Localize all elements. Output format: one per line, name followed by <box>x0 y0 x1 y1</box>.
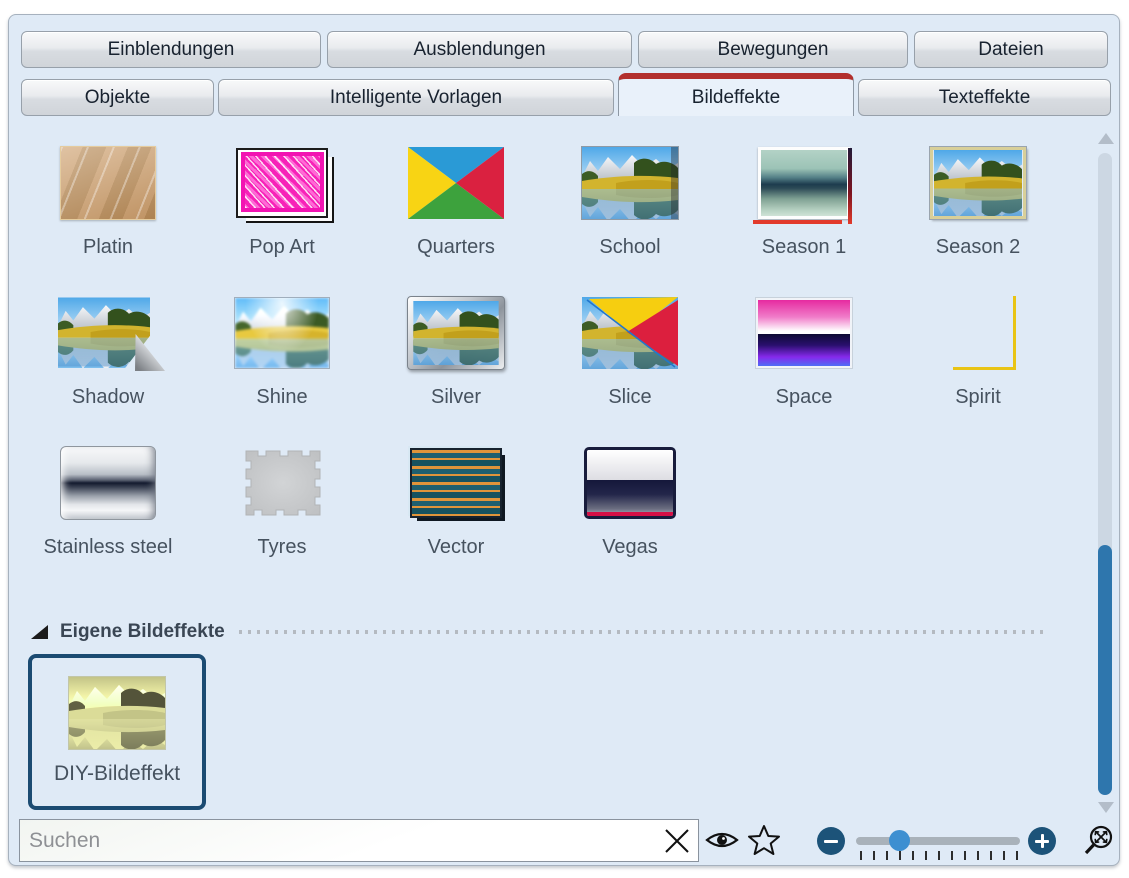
scroll-down-arrow[interactable] <box>1098 802 1114 813</box>
media-pool-panel: Einblendungen Ausblendungen Bewegungen D… <box>8 14 1120 866</box>
section-dotted-rule <box>239 630 1043 634</box>
effects-grid: Platin Pop Art Quarters <box>21 127 1065 577</box>
collapse-triangle-icon <box>31 625 48 639</box>
slider-tick <box>899 851 901 860</box>
effect-item-tyres[interactable]: Tyres <box>195 427 369 577</box>
effect-label: DIY-Bildeffekt <box>54 762 180 786</box>
effect-label: Slice <box>608 386 651 409</box>
effect-item-season-1[interactable]: Season 1 <box>717 127 891 277</box>
effect-thumbnail <box>581 146 679 220</box>
slider-tick <box>886 851 888 860</box>
slider-tick <box>925 851 927 860</box>
effect-label: Vegas <box>602 536 658 559</box>
effect-thumbnail <box>407 296 505 370</box>
effect-label: Spirit <box>955 386 1001 409</box>
slider-tick <box>1003 851 1005 860</box>
effect-label: Quarters <box>417 236 495 259</box>
effect-thumbnail <box>410 448 502 518</box>
effect-label: Pop Art <box>249 236 315 259</box>
effect-item-silver[interactable]: Silver <box>369 277 543 427</box>
slider-tick <box>873 851 875 860</box>
effect-label: Stainless steel <box>44 536 173 559</box>
effect-label: Shine <box>256 386 307 409</box>
tab-intelligente-vorlagen[interactable]: Intelligente Vorlagen <box>218 79 614 116</box>
slider-tick <box>1016 851 1018 860</box>
effect-label: Silver <box>431 386 481 409</box>
effect-thumbnail <box>930 147 1026 219</box>
own-effects-title: Eigene Bildeffekte <box>60 621 225 643</box>
effect-label: School <box>599 236 660 259</box>
zoom-in-button[interactable] <box>1028 827 1056 855</box>
effect-thumbnail <box>234 447 330 519</box>
slider-tick <box>951 851 953 860</box>
effect-item-space[interactable]: Space <box>717 277 891 427</box>
zoom-fit-icon[interactable] <box>1079 823 1119 861</box>
scrollbar-track[interactable] <box>1098 153 1112 795</box>
effect-item-season-2[interactable]: Season 2 <box>891 127 1065 277</box>
tab-row-top: Einblendungen Ausblendungen Bewegungen D… <box>21 31 1108 68</box>
effect-item-shine[interactable]: Shine <box>195 277 369 427</box>
vertical-scrollbar <box>1095 127 1115 813</box>
effect-label: Platin <box>83 236 133 259</box>
effect-label: Tyres <box>258 536 307 559</box>
slider-tick <box>938 851 940 860</box>
slider-tick <box>977 851 979 860</box>
tab-objekte[interactable]: Objekte <box>21 79 214 116</box>
effect-thumbnail <box>234 297 330 369</box>
zoom-slider-ticks <box>860 851 1018 860</box>
zoom-out-button[interactable] <box>817 827 845 855</box>
effect-item-shadow[interactable]: Shadow <box>21 277 195 427</box>
effect-thumbnail <box>930 296 1026 370</box>
effect-thumbnail <box>58 296 158 370</box>
effect-label: Vector <box>428 536 485 559</box>
tab-dateien[interactable]: Dateien <box>914 31 1108 68</box>
effect-item-school[interactable]: School <box>543 127 717 277</box>
slider-tick <box>860 851 862 860</box>
effect-thumbnail <box>408 147 504 219</box>
effect-thumbnail <box>60 146 156 220</box>
scrollbar-thumb[interactable] <box>1098 545 1112 795</box>
zoom-slider[interactable] <box>856 837 1020 845</box>
effect-item-quarters[interactable]: Quarters <box>369 127 543 277</box>
slider-tick <box>912 851 914 860</box>
effect-item-spirit[interactable]: Spirit <box>891 277 1065 427</box>
tab-texteffekte[interactable]: Texteffekte <box>858 79 1111 116</box>
effect-thumbnail <box>60 446 156 520</box>
search-bar <box>19 819 699 862</box>
clear-search-icon[interactable] <box>661 825 693 857</box>
effect-item-stainless-steel[interactable]: Stainless steel <box>21 427 195 577</box>
effect-thumbnail <box>582 297 678 369</box>
effect-item-vegas[interactable]: Vegas <box>543 427 717 577</box>
tab-row-bottom: Objekte Intelligente Vorlagen Bildeffekt… <box>21 79 1111 116</box>
effect-item-platin[interactable]: Platin <box>21 127 195 277</box>
tab-bewegungen[interactable]: Bewegungen <box>638 31 908 68</box>
effect-label: Season 2 <box>936 236 1021 259</box>
tab-bildeffekte[interactable]: Bildeffekte <box>618 73 854 116</box>
effect-thumbnail <box>758 147 850 219</box>
effect-label: Space <box>776 386 833 409</box>
slider-tick <box>964 851 966 860</box>
zoom-slider-thumb[interactable] <box>889 830 910 851</box>
effect-thumbnail <box>584 447 676 519</box>
effect-item-pop-art[interactable]: Pop Art <box>195 127 369 277</box>
effect-item-slice[interactable]: Slice <box>543 277 717 427</box>
effect-thumbnail <box>756 298 852 368</box>
effect-thumbnail <box>236 148 328 218</box>
own-effects-section-header[interactable]: Eigene Bildeffekte <box>31 621 1043 643</box>
effect-thumbnail <box>68 676 166 750</box>
tab-ausblendungen[interactable]: Ausblendungen <box>327 31 632 68</box>
slider-tick <box>990 851 992 860</box>
favorite-star-icon[interactable] <box>746 823 782 857</box>
search-input[interactable] <box>19 819 699 862</box>
effect-label: Shadow <box>72 386 144 409</box>
effect-label: Season 1 <box>762 236 847 259</box>
preview-eye-icon[interactable] <box>704 825 740 855</box>
effect-item-diy-bildeffekt-selected[interactable]: DIY-Bildeffekt <box>28 654 206 810</box>
effect-item-vector[interactable]: Vector <box>369 427 543 577</box>
scroll-up-arrow[interactable] <box>1098 133 1114 144</box>
tab-einblendungen[interactable]: Einblendungen <box>21 31 321 68</box>
